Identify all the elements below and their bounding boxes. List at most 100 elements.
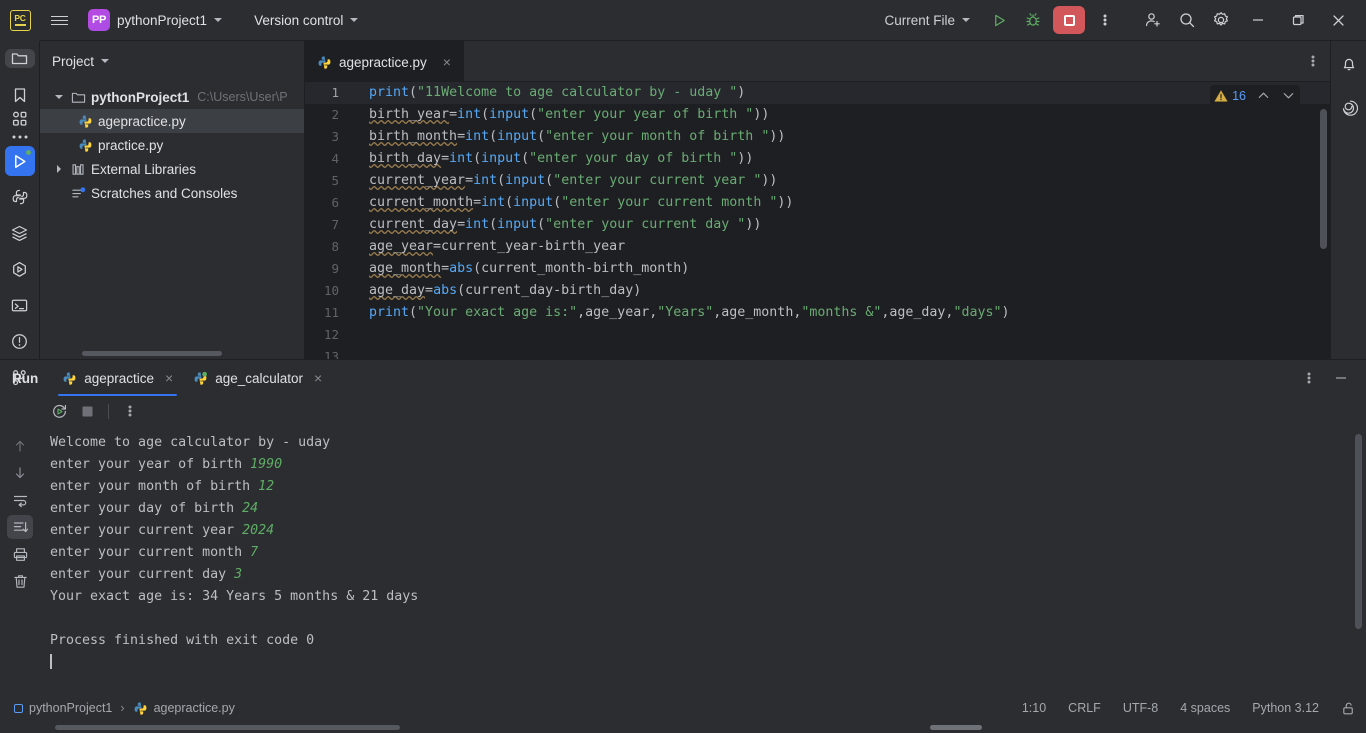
version-control-label: Version control (254, 12, 344, 28)
code-line[interactable]: 7 current_day=int(input("enter your curre… (305, 214, 1330, 236)
run-panel-actions (1296, 366, 1366, 390)
console-line: enter your current day 3 (50, 564, 1366, 586)
code-token: int (449, 151, 474, 166)
editor-options-button[interactable] (1296, 41, 1330, 81)
code-token: input (497, 217, 538, 232)
unlocked-icon[interactable] (1341, 701, 1356, 716)
code-token: input (513, 195, 554, 210)
sidebar-item-services[interactable] (5, 254, 35, 284)
code-line[interactable]: 1 print("11Welcome to age calculator by -… (305, 82, 1330, 104)
file-encoding[interactable]: UTF-8 (1123, 701, 1158, 715)
chevron-down-icon[interactable] (101, 59, 110, 63)
code-line[interactable]: 8 age_year=current_year-birth_year (305, 236, 1330, 258)
sidebar-item-terminal[interactable] (5, 290, 35, 320)
next-problem-icon[interactable] (1281, 88, 1296, 103)
code-token: birth_year (369, 107, 450, 122)
console-text: enter your current year (50, 523, 243, 538)
code-line[interactable]: 11 print("Your exact age is:",age_year,"Y… (305, 302, 1330, 324)
scroll-down-icon[interactable] (7, 461, 33, 485)
print-icon[interactable] (7, 542, 33, 566)
code-line[interactable]: 4 birth_day=int(input("enter your day of … (305, 148, 1330, 170)
sidebar-item-python-console[interactable] (5, 182, 35, 212)
inspection-widget[interactable]: 16 (1210, 85, 1300, 106)
console-output[interactable]: Welcome to age calculator by - uday enter… (40, 426, 1366, 694)
tree-row-external-libraries[interactable]: External Libraries (40, 157, 304, 181)
code-line[interactable]: 6 current_month=int(input("enter your cur… (305, 192, 1330, 214)
settings-button[interactable] (1204, 5, 1238, 35)
sidebar-item-project[interactable] (4, 49, 35, 68)
code-line[interactable]: 12 (305, 324, 1330, 346)
minimize-panel-button[interactable] (1328, 366, 1354, 390)
collapse-arrow-icon[interactable] (52, 165, 66, 173)
code-line[interactable]: 5 current_year=int(input("enter your curr… (305, 170, 1330, 192)
notifications-icon[interactable] (1334, 49, 1364, 79)
version-control-widget[interactable]: Version control (247, 9, 365, 32)
secondary-horizontal-scrollbar[interactable] (930, 725, 982, 730)
scroll-to-end-icon[interactable] (7, 515, 33, 539)
code-token: ( (409, 305, 418, 320)
code-text: current_year=int(input("enter your curre… (351, 170, 777, 192)
sidebar-item-bookmarks[interactable] (5, 86, 35, 104)
run-tab-age-calculator[interactable]: age_calculator × (183, 360, 332, 396)
ai-assistant-icon[interactable] (1334, 91, 1364, 121)
stop-button[interactable] (1053, 6, 1085, 34)
interpreter-setting[interactable]: Python 3.12 (1252, 701, 1319, 715)
close-tab-icon[interactable]: × (314, 370, 322, 386)
close-tab-icon[interactable]: × (165, 370, 173, 386)
run-configuration-selector[interactable]: Current File (876, 8, 978, 33)
tree-row-pythonproject1[interactable]: pythonProject1 C:\Users\User\P (40, 85, 304, 109)
search-button[interactable] (1170, 5, 1204, 35)
line-separator[interactable]: CRLF (1068, 701, 1101, 715)
run-button[interactable] (982, 5, 1016, 35)
code-editor[interactable]: 1 print("11Welcome to age calculator by -… (305, 81, 1330, 359)
console-line: Process finished with exit code 0 (50, 630, 1366, 652)
sidebar-item-structure[interactable] (5, 110, 35, 128)
close-tab-icon[interactable]: × (440, 54, 454, 70)
soft-wrap-icon[interactable] (7, 488, 33, 512)
console-text: enter your year of birth (50, 457, 251, 472)
indent-setting[interactable]: 4 spaces (1180, 701, 1230, 715)
sidebar-item-run[interactable] (4, 146, 35, 176)
clear-all-icon[interactable] (7, 569, 33, 593)
console-options-button[interactable] (117, 399, 143, 423)
code-line[interactable]: 3 birth_month=int(input("enter your month… (305, 126, 1330, 148)
editor-tab-agepractice[interactable]: agepractice.py × (305, 41, 464, 81)
project-horizontal-scrollbar[interactable] (82, 351, 222, 356)
scroll-up-icon[interactable] (7, 434, 33, 458)
code-line[interactable]: 2 birth_year=int(input("enter your year o… (305, 104, 1330, 126)
close-button[interactable] (1318, 0, 1358, 41)
main-menu-button[interactable] (40, 0, 78, 41)
run-tab-agepractice[interactable]: agepractice × (52, 360, 183, 396)
sidebar-item-more-tool-windows[interactable] (5, 134, 35, 140)
console-area: Welcome to age calculator by - uday enter… (0, 426, 1366, 694)
tree-row-practice[interactable]: practice.py (40, 133, 304, 157)
console-vertical-scrollbar[interactable] (1355, 434, 1362, 629)
stop-process-button[interactable] (74, 399, 100, 423)
maximize-button[interactable] (1278, 0, 1318, 41)
rerun-button[interactable] (46, 399, 72, 423)
panel-options-button[interactable] (1296, 366, 1322, 390)
code-token: ( (473, 151, 482, 166)
add-user-button[interactable] (1136, 5, 1170, 35)
expand-arrow-icon[interactable] (52, 95, 66, 99)
breadcrumb[interactable]: pythonProject1 › agepractice.py (14, 701, 235, 716)
sidebar-item-packages[interactable] (5, 218, 35, 248)
tree-row-agepractice[interactable]: agepractice.py (40, 109, 304, 133)
code-line[interactable]: 13 (305, 346, 1330, 359)
editor-vertical-scrollbar[interactable] (1320, 109, 1327, 249)
code-line[interactable]: 9 age_month=abs(current_month-birth_month… (305, 258, 1330, 280)
caret-position[interactable]: 1:10 (1022, 701, 1046, 715)
sidebar-item-problems[interactable] (5, 326, 35, 356)
tree-row-scratches-and-consoles[interactable]: Scratches and Consoles (40, 181, 304, 205)
debug-button[interactable] (1016, 5, 1050, 35)
prev-problem-icon[interactable] (1256, 88, 1271, 103)
run-tool-window: Run agepractice × age_calculator × Welco… (0, 359, 1366, 694)
tree-label: Scratches and Consoles (91, 185, 238, 201)
run-configuration-label: Current File (884, 12, 955, 28)
project-widget[interactable]: PP pythonProject1 (82, 5, 229, 35)
more-options-button[interactable] (1088, 5, 1122, 35)
code-line[interactable]: 10 age_day=abs(current_day-birth_day) (305, 280, 1330, 302)
run-panel-tabbar: Run agepractice × age_calculator × (0, 360, 1366, 396)
minimize-button[interactable] (1238, 0, 1278, 41)
console-horizontal-scrollbar[interactable] (55, 725, 400, 730)
